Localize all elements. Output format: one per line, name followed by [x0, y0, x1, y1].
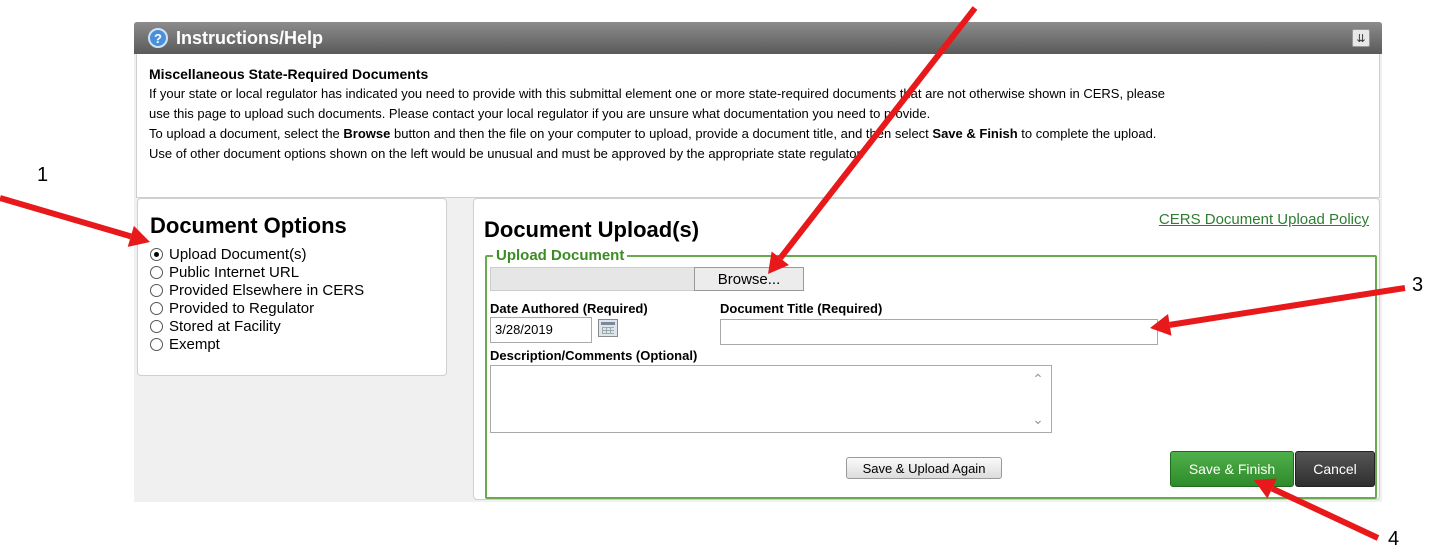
arrow-head: [1150, 314, 1172, 336]
arrow-shaft: [0, 195, 132, 240]
arrow-head: [127, 225, 150, 247]
arrow-group: [0, 6, 1406, 541]
annotation-arrows: [0, 6, 1406, 541]
arrow-shaft: [1169, 285, 1406, 328]
arrow-shaft: [777, 6, 978, 261]
arrow-shaft: [1270, 485, 1380, 541]
